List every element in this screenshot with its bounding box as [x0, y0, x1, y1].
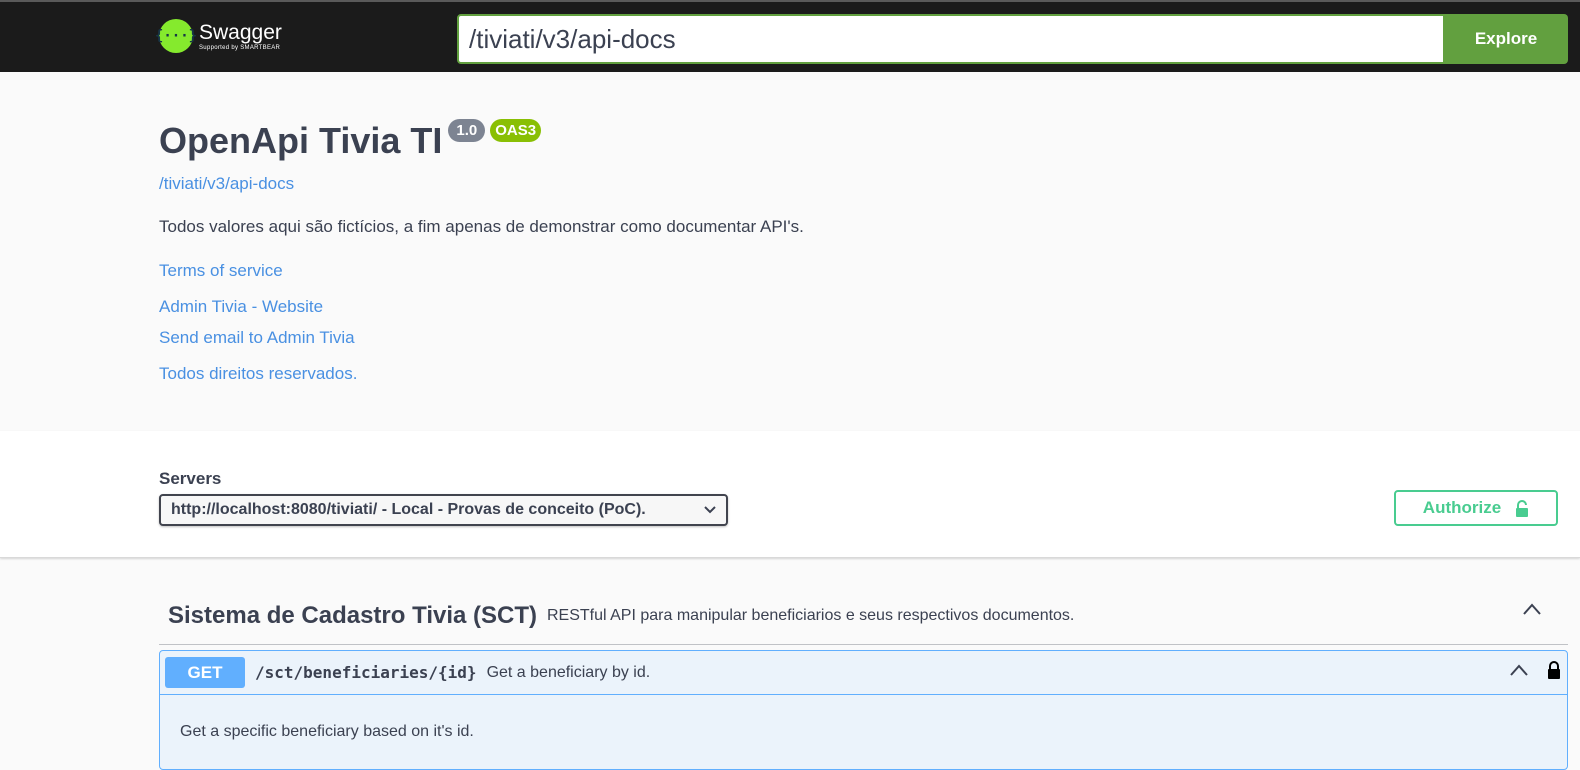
servers-select[interactable]: http://localhost:8080/tiviati/ - Local -… [159, 494, 728, 526]
swagger-logo[interactable]: {···} Swagger Supported by SMARTBEAR [155, 19, 282, 53]
explore-button[interactable]: Explore [1444, 14, 1568, 64]
api-description: Todos valores aqui são fictícios, a fim … [159, 217, 804, 236]
api-title: OpenApi Tivia TI [159, 120, 443, 161]
api-url-input[interactable] [457, 14, 1445, 64]
lock-icon[interactable] [1547, 661, 1561, 679]
operation-description: Get a specific beneficiary based on it's… [180, 723, 474, 740]
version-badge: 1.0 [448, 119, 486, 142]
authorize-label: Authorize [1422, 498, 1502, 517]
website-link[interactable]: Admin Tivia - Website [159, 297, 1159, 317]
authorize-button[interactable]: Authorize [1394, 490, 1558, 526]
operation-summary-text: Get a beneficiary by id. [486, 663, 651, 681]
http-method-badge: GET [165, 657, 245, 688]
logo-name: Swagger [199, 20, 282, 44]
swagger-logo-icon: {···} [155, 19, 197, 53]
oas-badge: OAS3 [490, 119, 542, 142]
api-docs-link[interactable]: /tiviati/v3/api-docs [159, 174, 1159, 194]
topbar: {···} Swagger Supported by SMARTBEAR Exp… [0, 0, 1580, 72]
servers-label: Servers [159, 469, 222, 488]
selected-server: http://localhost:8080/tiviati/ - Local -… [171, 501, 646, 518]
tag-description: RESTful API para manipular beneficiarios… [547, 607, 1075, 624]
terms-of-service-link[interactable]: Terms of service [159, 261, 1159, 281]
chevron-up-icon[interactable] [1509, 663, 1529, 677]
operation-path: /sct/beneficiaries/{id} [255, 663, 477, 682]
chevron-down-icon [704, 506, 716, 514]
tag-section-header[interactable]: Sistema de Cadastro Tivia (SCT) RESTful … [159, 588, 1568, 645]
servers-section: Servers http://localhost:8080/tiviati/ -… [0, 431, 1580, 558]
contact-email-link[interactable]: Send email to Admin Tivia [159, 328, 1159, 348]
chevron-up-icon[interactable] [1522, 602, 1542, 616]
operation-block: GET /sct/beneficiaries/{id} Get a benefi… [159, 650, 1568, 770]
unlock-icon [1516, 499, 1529, 517]
logo-subtitle: Supported by SMARTBEAR [199, 44, 281, 51]
api-info: OpenApi Tivia TI 1.0 OAS3 /tiviati/v3/ap… [159, 115, 1159, 384]
tag-name: Sistema de Cadastro Tivia (SCT) [168, 602, 537, 629]
license-link[interactable]: Todos direitos reservados. [159, 364, 1159, 384]
operation-summary[interactable]: GET /sct/beneficiaries/{id} Get a benefi… [160, 651, 1567, 695]
